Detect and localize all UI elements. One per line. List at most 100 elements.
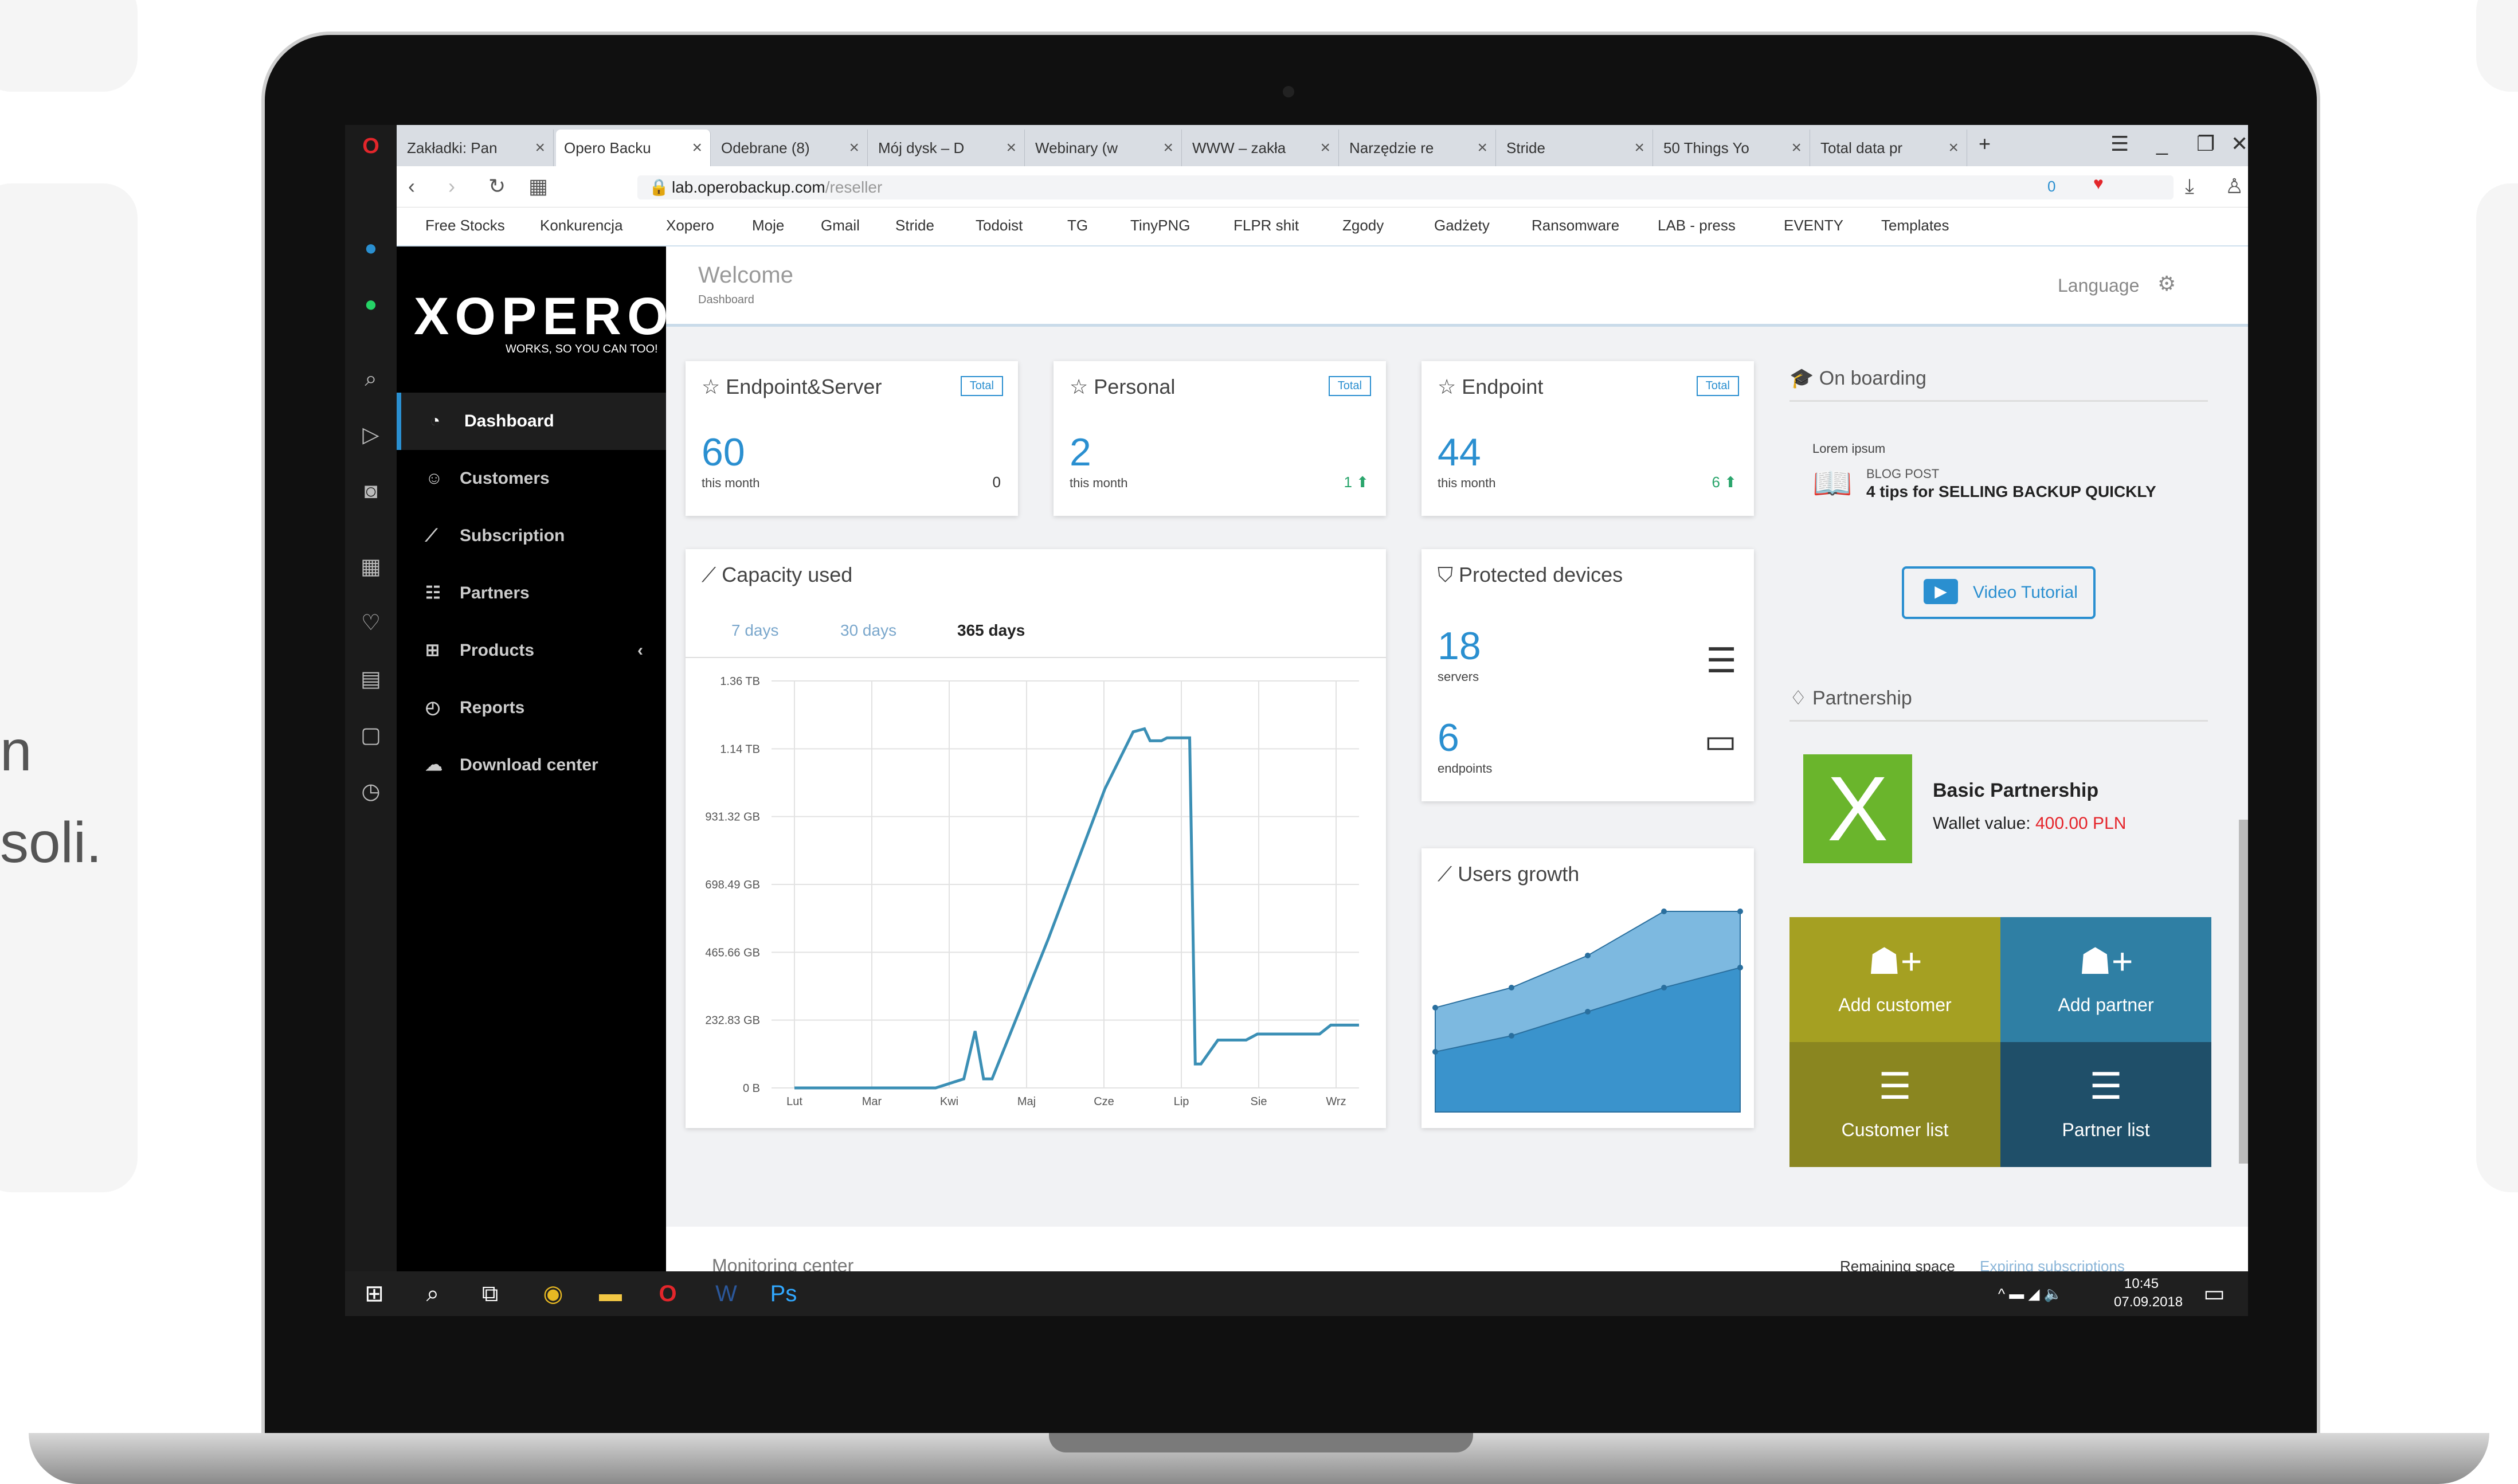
restore-icon[interactable]: ❐: [2196, 132, 2215, 156]
customer-list-tile[interactable]: ☰ Customer list: [1789, 1042, 2000, 1167]
task-view-icon[interactable]: ⧉: [476, 1279, 504, 1308]
tab[interactable]: 50 Things Yo ×: [1655, 130, 1810, 166]
bookmark[interactable]: LAB - press: [1658, 217, 1736, 234]
partner-list-tile[interactable]: ☰ Partner list: [2000, 1042, 2211, 1167]
bookmark[interactable]: Stride: [895, 217, 934, 234]
xopero-logo[interactable]: XOPERO: [414, 287, 674, 347]
opera-sidebar: O ● ● ⌕ ▷ ◙ ▦ ♡ ▤ ▢ ◷: [345, 125, 397, 1316]
bookmark[interactable]: Templates: [1881, 217, 1949, 234]
history-icon[interactable]: ◷: [358, 778, 384, 805]
word-icon[interactable]: W: [712, 1279, 741, 1308]
tab[interactable]: Odebrane (8) ×: [713, 130, 868, 166]
bookmark[interactable]: TinyPNG: [1130, 217, 1191, 234]
blog-post-link[interactable]: 4 tips for SELLING BACKUP QUICKLY: [1866, 483, 2156, 501]
video-tutorial-label: Video Tutorial: [1973, 583, 2078, 602]
settings-icon[interactable]: ⚙: [2157, 272, 2176, 296]
tabs-grid-icon[interactable]: ▦: [528, 174, 548, 198]
camera-icon[interactable]: ◙: [358, 478, 384, 504]
forward-icon[interactable]: ›: [448, 174, 455, 198]
grid-icon[interactable]: ▦: [358, 554, 384, 580]
heart-icon[interactable]: ♥: [2093, 174, 2104, 194]
close-icon[interactable]: ×: [1006, 130, 1016, 166]
tab[interactable]: Zakładki: Pan ×: [399, 130, 554, 166]
stat-sub: this month: [702, 476, 760, 490]
minimize-icon[interactable]: _: [2156, 132, 2168, 156]
sidebar-item-reports[interactable]: ◴ Reports: [397, 679, 666, 737]
bookmark[interactable]: TG: [1067, 217, 1088, 234]
news-icon[interactable]: ▤: [358, 666, 384, 692]
search-icon[interactable]: ⌕: [358, 366, 384, 392]
tab[interactable]: Stride ×: [1498, 130, 1653, 166]
close-icon[interactable]: ×: [849, 130, 859, 166]
sidebar-item-partners[interactable]: ☷ Partners: [397, 565, 666, 622]
opera-logo-icon[interactable]: O: [358, 133, 384, 159]
bookmark[interactable]: Ransomware: [1532, 217, 1619, 234]
bookmark[interactable]: Free Stocks: [425, 217, 505, 234]
close-icon[interactable]: ×: [1477, 130, 1487, 166]
send-icon[interactable]: ▷: [358, 422, 384, 448]
sidebar-item-subscription[interactable]: ⟋ Subscription: [397, 507, 666, 565]
tab-label: 50 Things Yo: [1663, 139, 1749, 156]
tab-active[interactable]: Opero Backu ×: [556, 130, 711, 166]
tray-icons[interactable]: ^ ▬ ◢ 🔈: [1984, 1279, 2076, 1308]
close-icon[interactable]: ×: [1791, 130, 1802, 166]
close-icon[interactable]: ×: [1163, 130, 1173, 166]
tab[interactable]: Total data pr ×: [1812, 130, 1967, 166]
tab[interactable]: WWW – zakła ×: [1184, 130, 1339, 166]
language-button[interactable]: Language: [2058, 275, 2139, 296]
search-icon[interactable]: ⌕: [418, 1279, 447, 1308]
reload-icon[interactable]: ↻: [488, 174, 506, 198]
bookmark[interactable]: Gadżety: [1434, 217, 1490, 234]
new-tab-button[interactable]: +: [1979, 132, 1991, 156]
chat-icon[interactable]: ▢: [358, 722, 384, 749]
bookmark[interactable]: Todoist: [976, 217, 1023, 234]
tab[interactable]: Webinary (w ×: [1027, 130, 1182, 166]
total-badge[interactable]: Total: [1328, 376, 1371, 396]
chrome-icon[interactable]: ◉: [539, 1279, 567, 1308]
photoshop-icon[interactable]: Ps: [769, 1279, 798, 1308]
back-icon[interactable]: ‹: [408, 174, 415, 198]
sidebar-item-products[interactable]: ⊞ Products ‹: [397, 622, 666, 679]
add-customer-tile[interactable]: ☗+ Add customer: [1789, 917, 2000, 1042]
profile-icon[interactable]: ♙: [2225, 174, 2243, 198]
tab-menu-icon[interactable]: ☰: [2110, 132, 2129, 156]
tab-7-days[interactable]: 7 days: [731, 621, 779, 640]
bookmark[interactable]: EVENTY: [1784, 217, 1843, 234]
bookmark[interactable]: Xopero: [666, 217, 714, 234]
close-window-icon[interactable]: ✕: [2231, 132, 2248, 156]
notifications-icon[interactable]: ▭: [2200, 1279, 2229, 1308]
bookmark[interactable]: Moje: [752, 217, 784, 234]
bookmark[interactable]: Konkurencja: [540, 217, 623, 234]
total-badge[interactable]: Total: [960, 376, 1003, 396]
opera-icon[interactable]: O: [653, 1279, 682, 1308]
ext-count[interactable]: 0: [2047, 178, 2055, 195]
download-icon[interactable]: ⤓: [2185, 174, 2194, 199]
bookmark[interactable]: FLPR shit: [1233, 217, 1299, 234]
windows-start-icon[interactable]: ⊞: [360, 1279, 389, 1308]
tab[interactable]: Mój dysk – D ×: [870, 130, 1025, 166]
tab[interactable]: Narzędzie re ×: [1341, 130, 1496, 166]
tab-365-days[interactable]: 365 days: [957, 621, 1025, 640]
scrollbar[interactable]: [2239, 820, 2248, 1164]
sidebar-item-customers[interactable]: ☺ Customers: [397, 450, 666, 507]
close-icon[interactable]: ×: [1320, 130, 1330, 166]
total-badge[interactable]: Total: [1696, 376, 1739, 396]
url-field[interactable]: 🔒 lab.operobackup.com/reseller: [637, 175, 2174, 199]
breadcrumb[interactable]: Dashboard: [698, 293, 754, 307]
video-tutorial-button[interactable]: ▶ Video Tutorial: [1902, 566, 2096, 619]
explorer-icon[interactable]: ▬: [596, 1279, 625, 1308]
whatsapp-icon[interactable]: ●: [358, 291, 384, 318]
messenger-icon[interactable]: ●: [358, 235, 384, 261]
sidebar-item-download-center[interactable]: ☁ Download center: [397, 737, 666, 794]
add-partner-tile[interactable]: ☗+ Add partner: [2000, 917, 2211, 1042]
tab-30-days[interactable]: 30 days: [840, 621, 896, 640]
close-icon[interactable]: ×: [692, 130, 702, 166]
close-icon[interactable]: ×: [535, 130, 545, 166]
close-icon[interactable]: ×: [1948, 130, 1959, 166]
bookmark[interactable]: Gmail: [821, 217, 860, 234]
bookmark[interactable]: Zgody: [1342, 217, 1384, 234]
cloud-icon: ☁: [425, 755, 442, 774]
heart-icon[interactable]: ♡: [358, 610, 384, 636]
close-icon[interactable]: ×: [1634, 130, 1644, 166]
sidebar-item-dashboard[interactable]: ◔ Dashboard: [397, 393, 666, 450]
